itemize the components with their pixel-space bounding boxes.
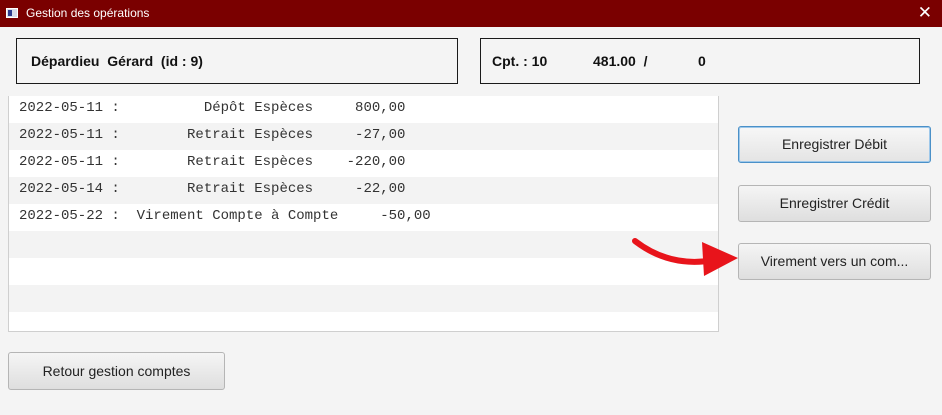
enregistrer-credit-button[interactable]: Enregistrer Crédit: [738, 185, 931, 222]
close-icon[interactable]: ✕: [918, 3, 932, 23]
list-item[interactable]: 2022-05-14 : Retrait Espèces -22,00: [9, 177, 718, 204]
list-item[interactable]: 2022-05-11 : Dépôt Espèces 800,00: [9, 96, 718, 123]
account-info-panel: Cpt. : 10 481.00 / 0: [480, 38, 920, 84]
client-label: Dépardieu Gérard (id : 9): [31, 53, 203, 69]
empty-list-row: [9, 285, 718, 312]
empty-list-row: [9, 258, 718, 285]
account-balance: 481.00 /: [593, 53, 648, 69]
red-arrow-icon: [632, 238, 738, 276]
title-bar: Gestion des opérations ✕: [0, 0, 942, 27]
window-app-icon: [6, 8, 18, 18]
operations-list[interactable]: 2022-05-11 : Dépôt Espèces 800,00 2022-0…: [8, 96, 719, 332]
client-info-panel: Dépardieu Gérard (id : 9): [16, 38, 458, 84]
list-item[interactable]: 2022-05-11 : Retrait Espèces -220,00: [9, 150, 718, 177]
window-title: Gestion des opérations: [26, 6, 150, 20]
enregistrer-debit-button[interactable]: Enregistrer Débit: [738, 126, 931, 163]
account-number: Cpt. : 10: [492, 53, 548, 69]
list-item[interactable]: 2022-05-22 : Virement Compte à Compte -5…: [9, 204, 718, 231]
virement-button[interactable]: Virement vers un com...: [738, 243, 931, 280]
retour-gestion-comptes-button[interactable]: Retour gestion comptes: [8, 352, 225, 390]
account-overdraft: 0: [698, 53, 706, 69]
list-item[interactable]: 2022-05-11 : Retrait Espèces -27,00: [9, 123, 718, 150]
empty-list-row: [9, 231, 718, 258]
empty-list-row: [9, 312, 718, 331]
